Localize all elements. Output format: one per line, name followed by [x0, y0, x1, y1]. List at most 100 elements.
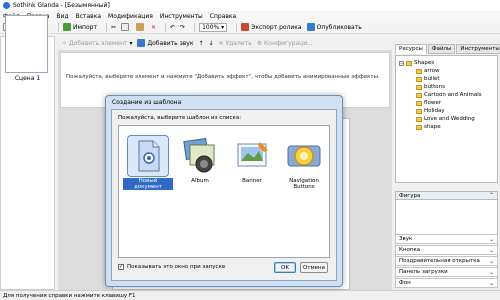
delete-icon: ✕	[150, 23, 157, 31]
tab-files[interactable]: Файлы	[427, 44, 456, 54]
chevron-down-icon: ⌄	[488, 257, 494, 265]
banner-icon	[232, 136, 272, 176]
tree-item-label: flower	[424, 100, 441, 106]
scene-label: Сцена 1	[14, 75, 41, 82]
import-button[interactable]: Импорт	[63, 23, 97, 31]
undo-icon: ↶	[170, 23, 176, 31]
publish-icon	[306, 23, 315, 31]
section-label: Кнопка	[399, 247, 421, 253]
template-label: Navigation Buttons	[289, 178, 319, 190]
tree-item[interactable]: arrow	[416, 67, 440, 75]
menu-tools[interactable]: Инструменты	[160, 13, 203, 20]
zoom-value: 100%	[202, 23, 220, 31]
tree-item[interactable]: Holiday	[416, 107, 445, 115]
section-background[interactable]: Фон ⌄	[395, 278, 498, 288]
config-icon: ⚙	[256, 39, 263, 47]
folder-icon	[416, 108, 422, 114]
cut-icon: ✂	[110, 23, 116, 31]
right-panel-tabs: Ресурсы Файлы Инструменты	[395, 44, 500, 54]
right-panel: Ресурсы Файлы Инструменты − Shapes arrow …	[395, 44, 500, 290]
tree-item[interactable]: Cartoon and Animals	[416, 91, 482, 99]
chevron-down-icon: ⌄	[488, 246, 494, 254]
add-element-button[interactable]: ✧ Добавить элемент ▾	[62, 40, 132, 47]
arrow-down-icon: ↓	[208, 39, 214, 47]
folder-icon	[416, 124, 422, 130]
zoom-select[interactable]: 100% ▾	[199, 22, 228, 32]
tree-item-label: Cartoon and Animals	[424, 92, 482, 98]
copy-button[interactable]	[120, 23, 131, 31]
menu-help[interactable]: Справка	[210, 13, 236, 20]
tab-resources[interactable]: Ресурсы	[395, 44, 427, 54]
toolbar-separator	[165, 22, 167, 32]
properties-title: Фигура	[399, 192, 421, 199]
export-movie-button[interactable]: Экспорт ролика	[241, 23, 302, 31]
show-on-startup-checkbox[interactable]: ✓	[118, 264, 124, 270]
new-document-icon	[127, 135, 169, 177]
folder-icon	[416, 92, 422, 98]
template-new-document[interactable]: Новый документ	[123, 135, 173, 192]
menu-insert[interactable]: Вставка	[76, 13, 101, 20]
tree-item-label: Love and Wedding	[424, 116, 475, 122]
tree-item[interactable]: shape	[416, 123, 441, 131]
section-button[interactable]: Кнопка ⌄	[395, 245, 498, 255]
effects-toolbar: ✧ Добавить элемент ▾ Добавить звук ↑ ↓ ✕…	[58, 37, 392, 49]
template-album[interactable]: Album	[175, 136, 225, 192]
add-element-icon: ✧	[62, 39, 68, 47]
template-banner[interactable]: Banner	[227, 136, 277, 192]
collapse-icon[interactable]: −	[399, 60, 404, 66]
paste-button[interactable]	[135, 23, 146, 31]
add-sound-label: Добавить звук	[147, 39, 194, 47]
section-sound[interactable]: Звук ⌄	[395, 234, 498, 244]
tree-item[interactable]: Love and Wedding	[416, 115, 475, 123]
paste-icon	[135, 23, 144, 31]
arrow-up-icon: ↑	[198, 39, 204, 47]
move-up-button[interactable]: ↑	[198, 40, 203, 47]
chevron-up-icon[interactable]: ⌃	[489, 192, 494, 199]
section-label: Фон	[399, 280, 411, 286]
status-bar: Для получения справки нажмите клавишу F1	[0, 290, 500, 300]
tab-tools[interactable]: Инструменты	[456, 44, 500, 54]
undo-button[interactable]: ↶	[170, 24, 175, 31]
cut-button[interactable]: ✂	[111, 24, 116, 31]
redo-button[interactable]: ↷	[180, 24, 185, 31]
tree-item-label: shape	[424, 124, 441, 130]
section-label: Поздравительная открытка	[399, 258, 480, 264]
add-sound-button[interactable]: Добавить звук	[137, 39, 193, 47]
dialog-body: Пожалуйста, выберите шаблон из списка: Н…	[111, 109, 337, 281]
configuration-button[interactable]: ⚙ Конфигураци...	[257, 40, 313, 47]
show-on-startup-option[interactable]: ✓ Показывать это окно при запуске	[118, 264, 225, 270]
tree-root-label: Shapes	[414, 60, 435, 66]
cancel-button[interactable]: Отмена	[300, 262, 328, 273]
template-navigation-buttons[interactable]: Navigation Buttons	[279, 136, 329, 192]
folder-icon	[406, 60, 412, 66]
dialog-title: Создание из шаблона	[112, 99, 182, 106]
copy-icon	[120, 23, 129, 31]
tree-root[interactable]: − Shapes	[399, 59, 434, 67]
folder-icon	[416, 68, 422, 74]
component-sections: Звук ⌄ Кнопка ⌄ Поздравительная открытка ⌄ …	[395, 234, 498, 289]
hint-text: Пожалуйста, выберите элемент и нажмите "…	[66, 74, 380, 80]
section-label: Панель загрузки	[399, 269, 448, 275]
tree-item-label: Holiday	[424, 108, 445, 114]
properties-header[interactable]: Фигура ⌃	[395, 191, 498, 200]
ok-button[interactable]: OK	[274, 262, 296, 273]
publish-button[interactable]: Опубликовать	[306, 23, 362, 31]
tree-item[interactable]: flower	[416, 99, 441, 107]
tree-item[interactable]: buttons	[416, 83, 445, 91]
scene-thumbnail[interactable]	[5, 15, 48, 73]
section-greeting-card[interactable]: Поздравительная открытка ⌄	[395, 256, 498, 266]
menu-modify[interactable]: Модификация	[108, 13, 153, 20]
folder-icon	[416, 84, 422, 90]
window-title: Sothink Glanda - [Безымянный]	[13, 2, 110, 9]
section-loading-bar[interactable]: Панель загрузки ⌄	[395, 267, 498, 277]
remove-icon: ✕	[218, 39, 224, 47]
delete-button[interactable]: ✕	[151, 24, 156, 31]
section-label: Звук	[399, 236, 413, 242]
dialog-prompt: Пожалуйста, выберите шаблон из списка:	[118, 115, 242, 121]
remove-effect-button[interactable]: ✕ Удалить	[219, 40, 252, 47]
menu-view[interactable]: Вид	[56, 13, 68, 20]
tree-item-label: bullet	[424, 76, 440, 82]
move-down-button[interactable]: ↓	[209, 40, 214, 47]
tree-item[interactable]: bullet	[416, 75, 440, 83]
chevron-down-icon: ⌄	[488, 279, 494, 287]
